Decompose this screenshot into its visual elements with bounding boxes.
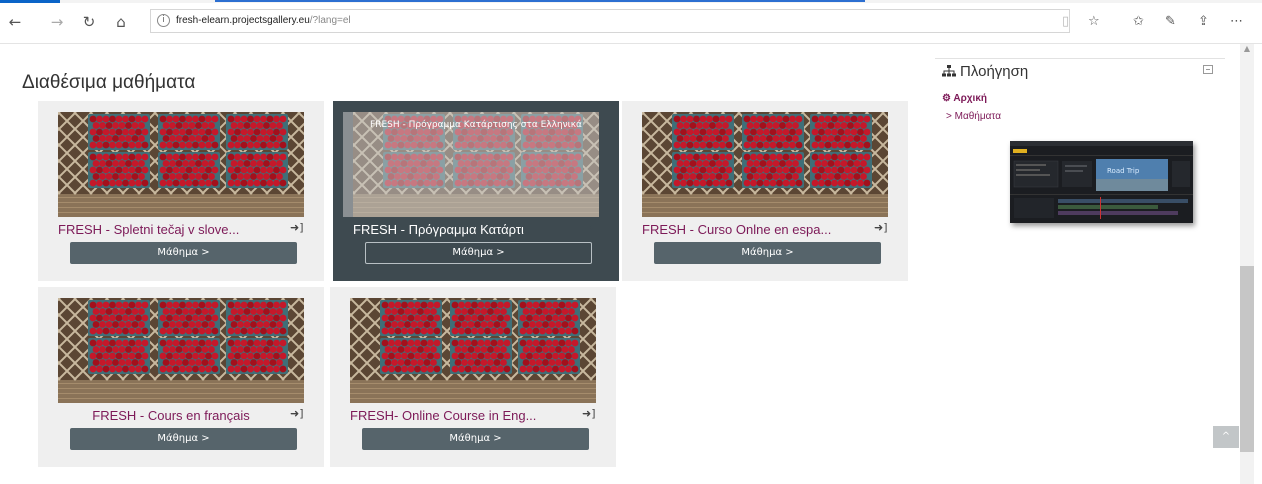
video-editor-image: Road Trip [1010,141,1193,223]
enrol-icon: ➜] [582,407,596,420]
enrol-icon: ➜] [874,221,888,234]
enrol-icon: ➜] [290,221,304,234]
course-title-link[interactable]: FRESH - Spletni tečaj v slove... [58,222,288,237]
loading-indicator [215,0,865,2]
course-summary-text: FRESH - Πρόγραμμα Κατάρτισης στα Ελληνικ… [370,120,582,130]
browser-toolbar: ← → ↻ ⌂ i fresh-elearn.projectsgallery.e… [0,0,1262,44]
back-to-top-button[interactable]: ^ [1213,426,1239,448]
favorites-list-icon[interactable]: ✩ [1133,14,1144,30]
course-image[interactable] [642,112,888,217]
course-image [642,112,888,217]
refresh-icon[interactable]: ↻ [80,13,98,31]
course-title-link[interactable]: FRESH- Online Course in Eng... [350,408,580,423]
dashboard-icon: ⚙ [942,93,951,104]
video-editor-thumbnail: Road Trip [1010,141,1193,223]
course-card[interactable]: FRESH - Spletni tečaj v slove... ➜] Μάθη… [38,101,324,281]
course-button[interactable]: Μάθημα > [70,428,297,450]
course-button[interactable]: Μάθημα > [365,242,592,264]
course-title-link[interactable]: FRESH - Curso Onlne en espa... [642,222,872,237]
address-url[interactable]: fresh-elearn.projectsgallery.eu/?lang=el [176,15,351,26]
chevron-right-icon: > [946,111,952,122]
favorite-icon[interactable]: ☆ [1088,14,1100,30]
course-card[interactable]: FRESH - Curso Onlne en espa... ➜] Μάθημα… [622,101,908,281]
video-caption: Road Trip [1107,167,1140,175]
course-card[interactable]: FRESH - Πρόγραμμα Κατάρτισης στα Ελληνικ… [333,101,619,281]
active-tab-indicator [0,0,60,3]
address-bar[interactable]: i fresh-elearn.projectsgallery.eu/?lang=… [150,9,1070,33]
share-icon[interactable]: ⇪ [1198,14,1209,30]
enrol-icon: ➜] [585,221,599,234]
back-icon[interactable]: ← [6,13,24,31]
navigation-heading-text: Πλοήγηση [960,63,1029,80]
collapse-block-icon[interactable] [1203,65,1213,74]
course-button[interactable]: Μάθημα > [654,242,881,264]
home-icon[interactable]: ⌂ [112,13,130,31]
course-card[interactable]: FRESH- Online Course in Eng... ➜] Μάθημα… [330,287,616,467]
home-link[interactable]: ⚙ Αρχική [942,93,987,104]
course-image[interactable] [58,298,304,403]
tab-strip-edge [0,0,1262,3]
course-image [350,298,596,403]
courses-link[interactable]: > Μαθήματα [946,111,1001,122]
navigation-heading: Πλοήγηση [942,63,1028,80]
course-button[interactable]: Μάθημα > [362,428,589,450]
course-button[interactable]: Μάθημα > [70,242,297,264]
more-icon[interactable]: ⋯ [1230,14,1243,30]
sitemap-icon [942,65,956,77]
scrollbar-thumb[interactable] [1240,266,1254,452]
site-info-icon[interactable]: i [157,14,170,27]
course-image [58,112,304,217]
course-title-link[interactable]: FRESH - Cours en français [58,408,284,423]
course-image [58,298,304,403]
course-image[interactable] [350,298,596,403]
page-title: Διαθέσιμα μαθήματα [22,72,196,93]
course-image[interactable] [58,112,304,217]
course-card[interactable]: FRESH - Cours en français ➜] Μάθημα > [38,287,324,467]
reading-view-icon[interactable]: ▯ [1062,14,1069,30]
navigation-block: Πλοήγηση ⚙ Αρχική > Μαθήματα Road Trip [935,58,1225,223]
notes-icon[interactable]: ✎ [1165,14,1176,30]
scroll-up-icon[interactable]: ▲ [1242,44,1252,54]
course-title-link[interactable]: FRESH - Πρόγραμμα Κατάρτι [353,222,583,237]
enrol-icon: ➜] [290,407,304,420]
forward-icon[interactable]: → [48,13,66,31]
